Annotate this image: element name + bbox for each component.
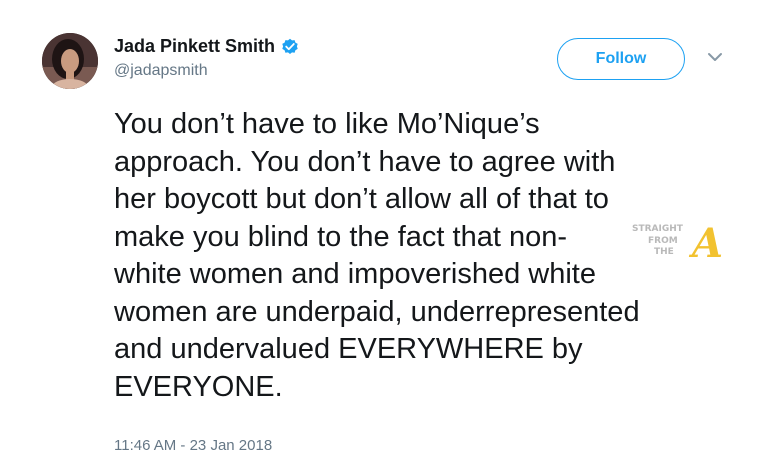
chevron-down-icon[interactable] — [706, 50, 724, 64]
watermark-logo: STRAIGHT FROM THE A — [628, 219, 738, 267]
author-handle[interactable]: @jadapsmith — [114, 62, 208, 80]
avatar-image — [42, 33, 98, 89]
watermark-letter: A — [688, 220, 723, 263]
timestamp[interactable]: 11:46 AM - 23 Jan 2018 — [114, 437, 272, 454]
verified-badge-icon — [281, 38, 299, 56]
author-row: Jada Pinkett Smith — [114, 36, 299, 57]
tweet-text-line: and undervalued EVERYWHERE by — [114, 333, 583, 365]
tweet-text-line: her boycott but don’t allow all of that … — [114, 183, 609, 215]
tweet-text-line: women are underpaid, underrepresented — [114, 295, 640, 328]
avatar[interactable] — [42, 33, 98, 89]
tweet-card: Jada Pinkett Smith @jadapsmith Follow Yo… — [0, 0, 768, 474]
tweet-text-line: You don’t have to like Mo’Nique’s — [114, 108, 540, 140]
watermark-line3: THE — [654, 247, 674, 257]
author-name[interactable]: Jada Pinkett Smith — [114, 36, 275, 57]
watermark-line1: STRAIGHT — [632, 224, 684, 234]
tweet-text-line: EVERYONE. — [114, 370, 283, 403]
follow-button[interactable]: Follow — [557, 38, 685, 80]
watermark-line2: FROM — [648, 236, 678, 246]
tweet-text-line: approach. You don’t have to agree with — [114, 145, 616, 178]
